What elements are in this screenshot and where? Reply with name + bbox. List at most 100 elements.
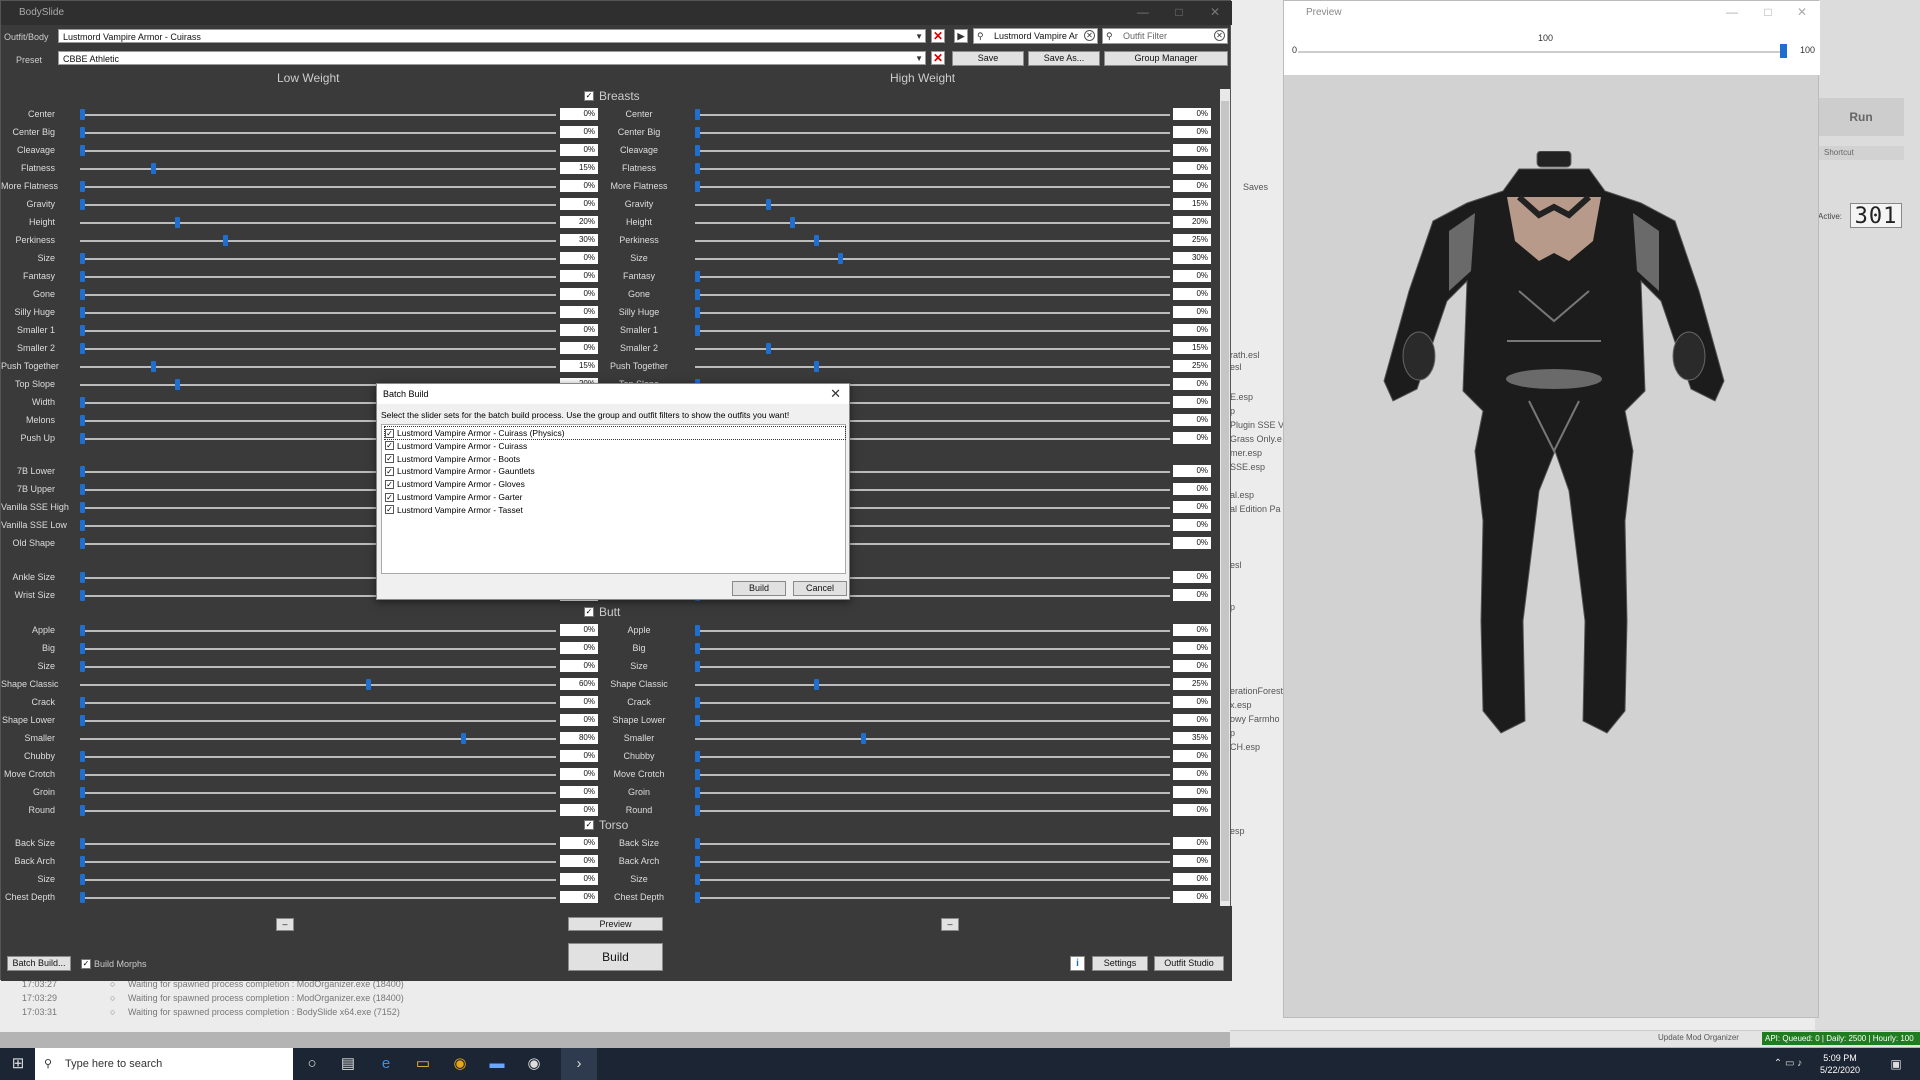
minimize-icon[interactable]: — [1125, 1, 1161, 25]
low-slider-thumb[interactable] [80, 199, 85, 210]
high-slider-thumb[interactable] [695, 715, 700, 726]
run-button[interactable]: Run [1818, 98, 1904, 136]
maximize-icon[interactable]: □ [1161, 1, 1197, 25]
high-slider-track[interactable] [695, 666, 1170, 668]
low-value-field[interactable]: 0% [560, 714, 598, 726]
batch-build-button[interactable]: Batch Build... [7, 956, 71, 971]
low-slider-thumb[interactable] [80, 697, 85, 708]
high-value-field[interactable]: 0% [1173, 714, 1211, 726]
low-value-field[interactable]: 0% [560, 306, 598, 318]
high-slider-track[interactable] [695, 132, 1170, 134]
low-slider-thumb[interactable] [80, 643, 85, 654]
slider-set-checkbox[interactable]: ✓ [385, 479, 394, 489]
minimize-icon[interactable]: — [1714, 1, 1750, 25]
slider-set-checkbox[interactable]: ✓ [385, 492, 394, 502]
high-slider-track[interactable] [695, 294, 1170, 296]
high-slider-thumb[interactable] [695, 805, 700, 816]
high-slider-track[interactable] [695, 861, 1170, 863]
build-morphs-checkbox[interactable]: ✓ [81, 959, 91, 969]
low-slider-track[interactable] [80, 132, 556, 134]
low-slider-thumb[interactable] [80, 289, 85, 300]
low-value-field[interactable]: 15% [560, 360, 598, 372]
slider-set-item[interactable]: ✓ Lustmord Vampire Armor - Gauntlets [385, 465, 535, 477]
info-icon[interactable]: i [1070, 956, 1085, 971]
low-value-field[interactable]: 0% [560, 660, 598, 672]
low-slider-track[interactable] [80, 240, 556, 242]
clear-outfit-icon[interactable]: ✕ [931, 29, 945, 43]
low-slider-thumb[interactable] [175, 217, 181, 228]
low-slider-thumb[interactable] [80, 433, 85, 444]
low-value-field[interactable]: 0% [560, 252, 598, 264]
high-value-field[interactable]: 0% [1173, 873, 1211, 885]
low-slider-thumb[interactable] [80, 520, 85, 531]
high-slider-track[interactable] [695, 720, 1170, 722]
low-slider-track[interactable] [80, 738, 556, 740]
high-slider-thumb[interactable] [695, 751, 700, 762]
high-value-field[interactable]: 0% [1173, 432, 1211, 444]
high-slider-thumb[interactable] [695, 109, 700, 120]
low-slider-track[interactable] [80, 276, 556, 278]
low-slider-track[interactable] [80, 186, 556, 188]
armor-model[interactable] [1379, 151, 1729, 741]
low-slider-thumb[interactable] [365, 679, 371, 690]
high-slider-track[interactable] [695, 186, 1170, 188]
low-value-field[interactable]: 0% [560, 804, 598, 816]
high-slider-thumb[interactable] [695, 892, 700, 903]
dialog-build-button[interactable]: Build [732, 581, 786, 596]
weight-slider-thumb[interactable] [1780, 44, 1787, 58]
low-value-field[interactable]: 80% [560, 732, 598, 744]
edge-icon[interactable]: e [368, 1048, 404, 1080]
low-slider-track[interactable] [80, 702, 556, 704]
group-header[interactable]: ✓ Torso [584, 818, 628, 832]
low-slider-thumb[interactable] [80, 892, 85, 903]
low-value-field[interactable]: 0% [560, 873, 598, 885]
low-slider-thumb[interactable] [80, 253, 85, 264]
high-slider-thumb[interactable] [695, 307, 700, 318]
low-value-field[interactable]: 0% [560, 750, 598, 762]
high-value-field[interactable]: 0% [1173, 288, 1211, 300]
high-value-field[interactable]: 0% [1173, 270, 1211, 282]
low-value-field[interactable]: 0% [560, 180, 598, 192]
low-value-field[interactable]: 15% [560, 162, 598, 174]
low-slider-thumb[interactable] [80, 127, 85, 138]
plugin-list-item[interactable]: al Edition Pa [1230, 504, 1285, 514]
high-slider-thumb[interactable] [695, 643, 700, 654]
high-value-field[interactable]: 0% [1173, 696, 1211, 708]
slider-set-checkbox[interactable]: ✓ [385, 428, 394, 438]
high-slider-thumb[interactable] [695, 325, 700, 336]
high-slider-thumb[interactable] [695, 145, 700, 156]
low-value-field[interactable]: 0% [560, 126, 598, 138]
high-slider-thumb[interactable] [695, 289, 700, 300]
high-slider-thumb[interactable] [695, 661, 700, 672]
high-value-field[interactable]: 0% [1173, 624, 1211, 636]
high-slider-track[interactable] [695, 240, 1170, 242]
slider-set-item[interactable]: ✓ Lustmord Vampire Armor - Cuirass (Physi… [384, 426, 846, 440]
low-slider-thumb[interactable] [80, 874, 85, 885]
saves-tab[interactable]: Saves [1243, 182, 1268, 192]
low-slider-thumb[interactable] [80, 466, 85, 477]
clear-filter-icon[interactable]: ✕ [1214, 30, 1225, 41]
low-value-field[interactable]: 30% [560, 234, 598, 246]
plugin-list-item[interactable]: CH.esp [1230, 742, 1285, 752]
low-slider-thumb[interactable] [80, 145, 85, 156]
high-value-field[interactable]: 0% [1173, 465, 1211, 477]
low-slider-track[interactable] [80, 879, 556, 881]
dialog-cancel-button[interactable]: Cancel [793, 581, 847, 596]
low-slider-track[interactable] [80, 648, 556, 650]
high-value-field[interactable]: 35% [1173, 732, 1211, 744]
high-value-field[interactable]: 0% [1173, 537, 1211, 549]
notification-icon[interactable]: ▣ [1878, 1048, 1914, 1080]
low-slider-thumb[interactable] [80, 572, 85, 583]
close-icon[interactable]: ✕ [830, 386, 841, 402]
start-icon[interactable]: ⊞ [0, 1048, 36, 1080]
plugin-list-item[interactable]: x.esp [1230, 700, 1285, 710]
outfit-filter-input[interactable]: ⚲ Outfit Filter ✕ [1102, 28, 1228, 44]
low-value-field[interactable]: 0% [560, 108, 598, 120]
high-value-field[interactable]: 25% [1173, 234, 1211, 246]
high-slider-thumb[interactable] [766, 343, 772, 354]
high-value-field[interactable]: 15% [1173, 198, 1211, 210]
high-slider-track[interactable] [695, 168, 1170, 170]
low-slider-track[interactable] [80, 774, 556, 776]
group-header[interactable]: ✓ Breasts [584, 89, 640, 103]
low-slider-track[interactable] [80, 330, 556, 332]
